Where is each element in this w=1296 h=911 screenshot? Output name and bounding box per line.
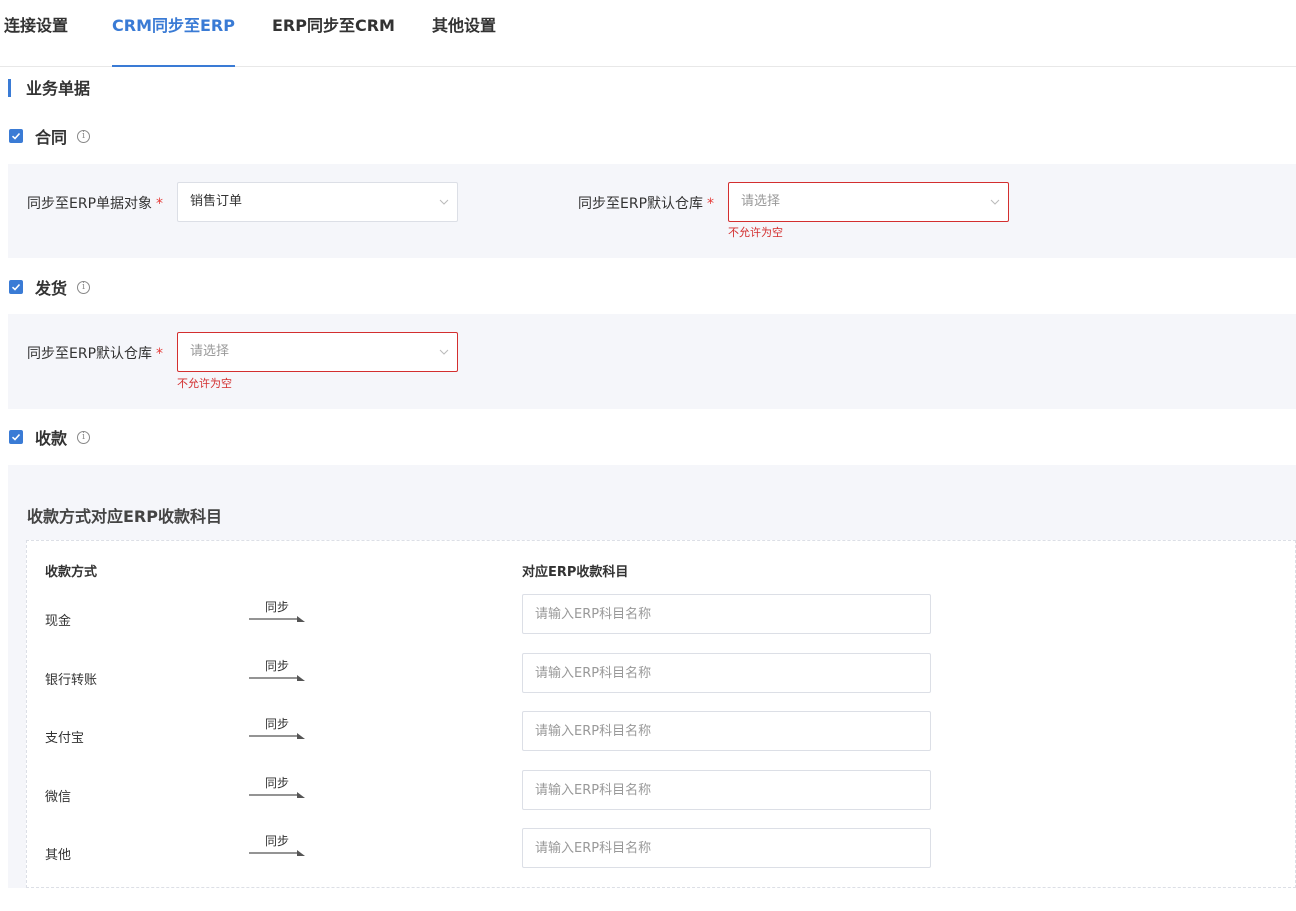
top-tabs: 连接设置 CRM同步至ERP ERP同步至CRM 其他设置 [0, 0, 1296, 67]
sync-label: 同步 [265, 776, 290, 790]
section-title: 业务单据 [8, 79, 90, 98]
table-row: 支付宝 同步 [27, 711, 1295, 751]
sync-arrow: 同步 [249, 715, 305, 739]
payment-checkbox[interactable] [9, 430, 23, 444]
table-row: 现金 同步 [27, 594, 1295, 634]
sync-label: 同步 [265, 659, 290, 673]
chevron-down-icon [439, 349, 449, 355]
erp-account-input[interactable] [522, 770, 931, 810]
arrow-right-icon [249, 616, 305, 622]
object-select-value: 销售订单 [190, 194, 243, 209]
sync-arrow: 同步 [249, 774, 305, 798]
payment-method-name: 银行转账 [45, 673, 98, 688]
check-icon [11, 283, 21, 291]
erp-account-input[interactable] [522, 828, 931, 868]
tab-connection-settings[interactable]: 连接设置 [4, 14, 68, 67]
delivery-warehouse-select[interactable]: 请选择 [177, 332, 458, 372]
sync-arrow: 同步 [249, 832, 305, 856]
tab-other-settings[interactable]: 其他设置 [432, 14, 496, 67]
col-head-method: 收款方式 [45, 565, 98, 580]
warehouse-field-label: 同步至ERP默认仓库 * [578, 196, 715, 212]
payment-method-name: 现金 [45, 614, 72, 629]
warehouse-error: 不允许为空 [728, 226, 783, 239]
delivery-label: 发货 [35, 279, 68, 298]
arrow-right-icon [249, 733, 305, 739]
check-icon [11, 132, 21, 140]
payment-panel: 收款方式对应ERP收款科目 收款方式 对应ERP收款科目 现金 同步 银行转账 … [8, 465, 1296, 888]
chevron-down-icon [439, 199, 449, 205]
object-select[interactable]: 销售订单 [177, 182, 458, 222]
arrow-right-icon [249, 675, 305, 681]
contract-panel: 同步至ERP单据对象 * 销售订单 同步至ERP默认仓库 * 请选择 不允许为空 [8, 164, 1296, 258]
object-field-label: 同步至ERP单据对象 * [27, 196, 164, 212]
table-row: 其他 同步 [27, 828, 1295, 868]
erp-account-input[interactable] [522, 653, 931, 693]
arrow-right-icon [249, 792, 305, 798]
erp-account-input[interactable] [522, 594, 931, 634]
warehouse-placeholder: 请选择 [190, 344, 230, 359]
chevron-down-icon [990, 199, 1000, 205]
info-icon[interactable]: i [77, 280, 91, 294]
payment-mapping-box: 收款方式 对应ERP收款科目 现金 同步 银行转账 同步 支付宝 同步 [26, 540, 1296, 888]
payment-check-row: 收款 i [9, 427, 91, 448]
payment-method-name: 微信 [45, 790, 72, 805]
col-head-account: 对应ERP收款科目 [522, 565, 629, 580]
tab-crm-to-erp[interactable]: CRM同步至ERP [112, 14, 235, 67]
warehouse-error: 不允许为空 [177, 377, 232, 390]
check-icon [11, 433, 21, 441]
payment-label: 收款 [35, 429, 68, 448]
payment-sub-title: 收款方式对应ERP收款科目 [27, 507, 222, 526]
delivery-check-row: 发货 i [9, 277, 91, 298]
warehouse-placeholder: 请选择 [741, 194, 781, 209]
payment-method-name: 支付宝 [45, 731, 85, 746]
table-row: 微信 同步 [27, 770, 1295, 810]
tab-erp-to-crm[interactable]: ERP同步至CRM [272, 14, 395, 67]
payment-method-name: 其他 [45, 848, 72, 863]
warehouse-field-label: 同步至ERP默认仓库 * [27, 346, 164, 362]
sync-label: 同步 [265, 600, 290, 614]
sync-label: 同步 [265, 717, 290, 731]
info-icon[interactable]: i [77, 430, 91, 444]
sync-arrow: 同步 [249, 598, 305, 622]
sync-label: 同步 [265, 834, 290, 848]
contract-warehouse-select[interactable]: 请选择 [728, 182, 1009, 222]
arrow-right-icon [249, 850, 305, 856]
info-icon[interactable]: i [77, 129, 91, 143]
delivery-panel: 同步至ERP默认仓库 * 请选择 不允许为空 [8, 314, 1296, 409]
contract-label: 合同 [35, 128, 68, 147]
contract-check-row: 合同 i [9, 126, 91, 147]
sync-arrow: 同步 [249, 657, 305, 681]
delivery-checkbox[interactable] [9, 280, 23, 294]
table-row: 银行转账 同步 [27, 653, 1295, 693]
contract-checkbox[interactable] [9, 129, 23, 143]
erp-account-input[interactable] [522, 711, 931, 751]
